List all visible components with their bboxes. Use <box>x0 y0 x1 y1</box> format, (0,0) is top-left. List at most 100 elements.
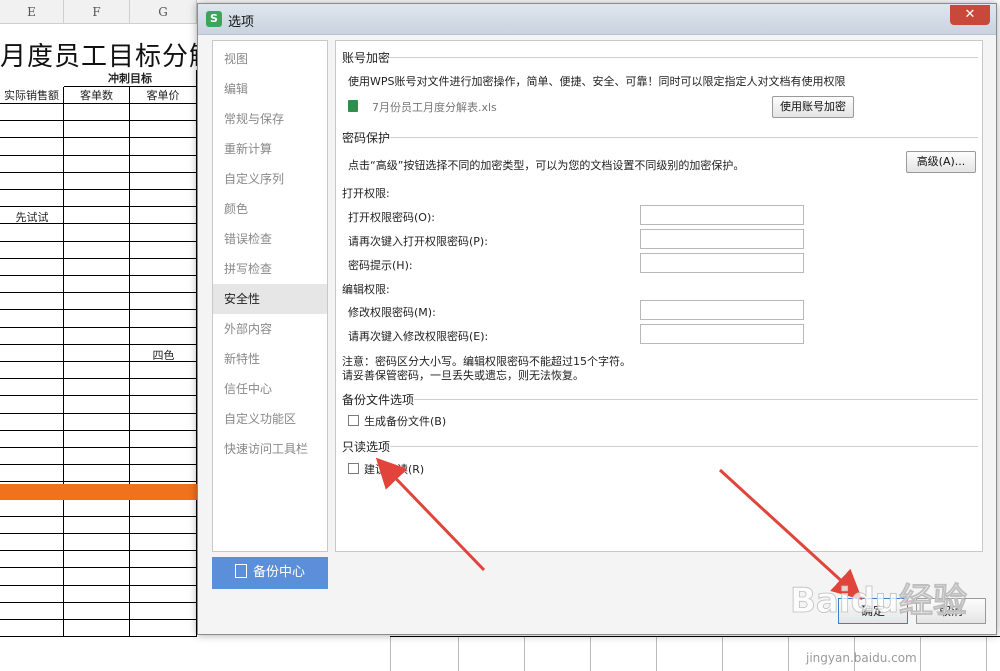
grid-cell[interactable] <box>130 138 197 156</box>
grid-cell[interactable] <box>64 620 130 638</box>
grid-cell[interactable] <box>64 327 130 345</box>
grid-cell[interactable] <box>130 293 197 311</box>
grid-cell[interactable] <box>0 155 64 173</box>
grid-cell[interactable] <box>64 516 130 534</box>
grid-cell[interactable] <box>64 172 130 190</box>
grid-cell[interactable] <box>130 362 197 380</box>
nav-item-error-check[interactable]: 错误检查 <box>213 224 327 254</box>
grid-cell[interactable] <box>0 602 64 620</box>
grid-cell[interactable] <box>130 310 197 328</box>
grid-cell[interactable] <box>0 121 64 139</box>
edit-password-again-input[interactable] <box>640 324 804 344</box>
grid-cell[interactable] <box>0 224 64 242</box>
grid-cell[interactable] <box>64 276 130 294</box>
grid-cell[interactable] <box>64 499 130 517</box>
grid-cell[interactable] <box>64 190 130 208</box>
grid-cell[interactable] <box>64 241 130 259</box>
grid-cell[interactable] <box>130 568 197 586</box>
grid-cell[interactable] <box>0 362 64 380</box>
grid-cell[interactable] <box>0 534 64 552</box>
grid-cell[interactable] <box>64 310 130 328</box>
grid-cell[interactable] <box>130 276 197 294</box>
cell-g-text[interactable]: 四色 <box>130 347 197 364</box>
grid-cell[interactable] <box>130 551 197 569</box>
grid-cell[interactable] <box>0 465 64 483</box>
grid-cell[interactable] <box>0 379 64 397</box>
grid-cell[interactable] <box>64 602 130 620</box>
grid-cell[interactable] <box>130 413 197 431</box>
grid-cell[interactable] <box>0 585 64 603</box>
cell-e-text[interactable]: 先试试 <box>0 209 64 226</box>
grid-cell[interactable] <box>64 293 130 311</box>
grid-cell[interactable] <box>0 516 64 534</box>
grid-cell[interactable] <box>130 224 197 242</box>
grid-cell[interactable] <box>64 379 130 397</box>
nav-item-view[interactable]: 视图 <box>213 44 327 74</box>
nav-item-quick-access-toolbar[interactable]: 快速访问工具栏 <box>213 434 327 464</box>
backup-checkbox-label[interactable]: 生成备份文件(B) <box>364 413 446 429</box>
grid-cell[interactable] <box>0 190 64 208</box>
grid-cell[interactable] <box>0 448 64 466</box>
grid-cell[interactable] <box>130 430 197 448</box>
grid-cell[interactable] <box>130 396 197 414</box>
dialog-titlebar[interactable]: S 选项 ✕ <box>198 4 996 35</box>
grid-cell[interactable] <box>130 534 197 552</box>
nav-item-colors[interactable]: 颜色 <box>213 194 327 224</box>
grid-cell[interactable] <box>0 551 64 569</box>
cancel-button[interactable]: 取消 <box>916 598 986 624</box>
open-password-input[interactable] <box>640 205 804 225</box>
grid-cell[interactable] <box>0 499 64 517</box>
grid-cell[interactable] <box>0 310 64 328</box>
header-cell-actual-sales[interactable]: 实际销售额 <box>0 87 64 104</box>
grid-cell[interactable] <box>130 121 197 139</box>
grid-cell[interactable] <box>64 344 130 362</box>
grid-cell[interactable] <box>64 207 130 225</box>
edit-password-input[interactable] <box>640 300 804 320</box>
grid-cell[interactable] <box>0 172 64 190</box>
grid-cell[interactable] <box>64 138 130 156</box>
grid-cell[interactable] <box>130 190 197 208</box>
nav-item-recalculate[interactable]: 重新计算 <box>213 134 327 164</box>
grid-cell[interactable] <box>130 620 197 638</box>
header-cell-unit-price[interactable]: 客单价 <box>130 87 197 104</box>
grid-cell[interactable] <box>64 465 130 483</box>
grid-cell[interactable] <box>0 104 64 122</box>
nav-item-trust-center[interactable]: 信任中心 <box>213 374 327 404</box>
grid-cell[interactable] <box>64 104 130 122</box>
column-header-f[interactable]: F <box>64 0 130 24</box>
grid-cell[interactable] <box>0 568 64 586</box>
grid-cell[interactable] <box>130 448 197 466</box>
nav-item-general-save[interactable]: 常规与保存 <box>213 104 327 134</box>
grid-cell[interactable] <box>130 155 197 173</box>
grid-cell[interactable] <box>64 396 130 414</box>
group-header-cell[interactable]: 冲刺目标 <box>64 70 197 87</box>
grid-cell[interactable] <box>64 121 130 139</box>
backup-checkbox[interactable] <box>348 415 359 426</box>
nav-item-security[interactable]: 安全性 <box>213 284 327 314</box>
nav-item-customize-ribbon[interactable]: 自定义功能区 <box>213 404 327 434</box>
grid-cell[interactable] <box>64 430 130 448</box>
ok-button[interactable]: 确定 <box>838 598 908 624</box>
grid-cell[interactable] <box>0 396 64 414</box>
readonly-checkbox-label[interactable]: 建议只读(R) <box>364 461 424 477</box>
grid-cell[interactable] <box>130 465 197 483</box>
grid-cell[interactable] <box>64 224 130 242</box>
grid-cell[interactable] <box>0 413 64 431</box>
grid-cell[interactable] <box>130 172 197 190</box>
grid-cell[interactable] <box>130 104 197 122</box>
grid-cell[interactable] <box>64 362 130 380</box>
grid-cell[interactable] <box>130 207 197 225</box>
grid-cell[interactable] <box>0 138 64 156</box>
grid-cell[interactable] <box>130 585 197 603</box>
nav-item-custom-lists[interactable]: 自定义序列 <box>213 164 327 194</box>
column-header-g[interactable]: G <box>130 0 197 24</box>
grid-cell[interactable] <box>64 155 130 173</box>
nav-item-external-content[interactable]: 外部内容 <box>213 314 327 344</box>
column-header-e[interactable]: E <box>0 0 64 24</box>
header-cell-customer-count[interactable]: 客单数 <box>64 87 130 104</box>
grid-cell[interactable] <box>64 551 130 569</box>
highlighted-row[interactable] <box>0 484 200 500</box>
grid-cell[interactable] <box>0 344 64 362</box>
grid-cell[interactable] <box>0 241 64 259</box>
grid-cell[interactable] <box>0 293 64 311</box>
